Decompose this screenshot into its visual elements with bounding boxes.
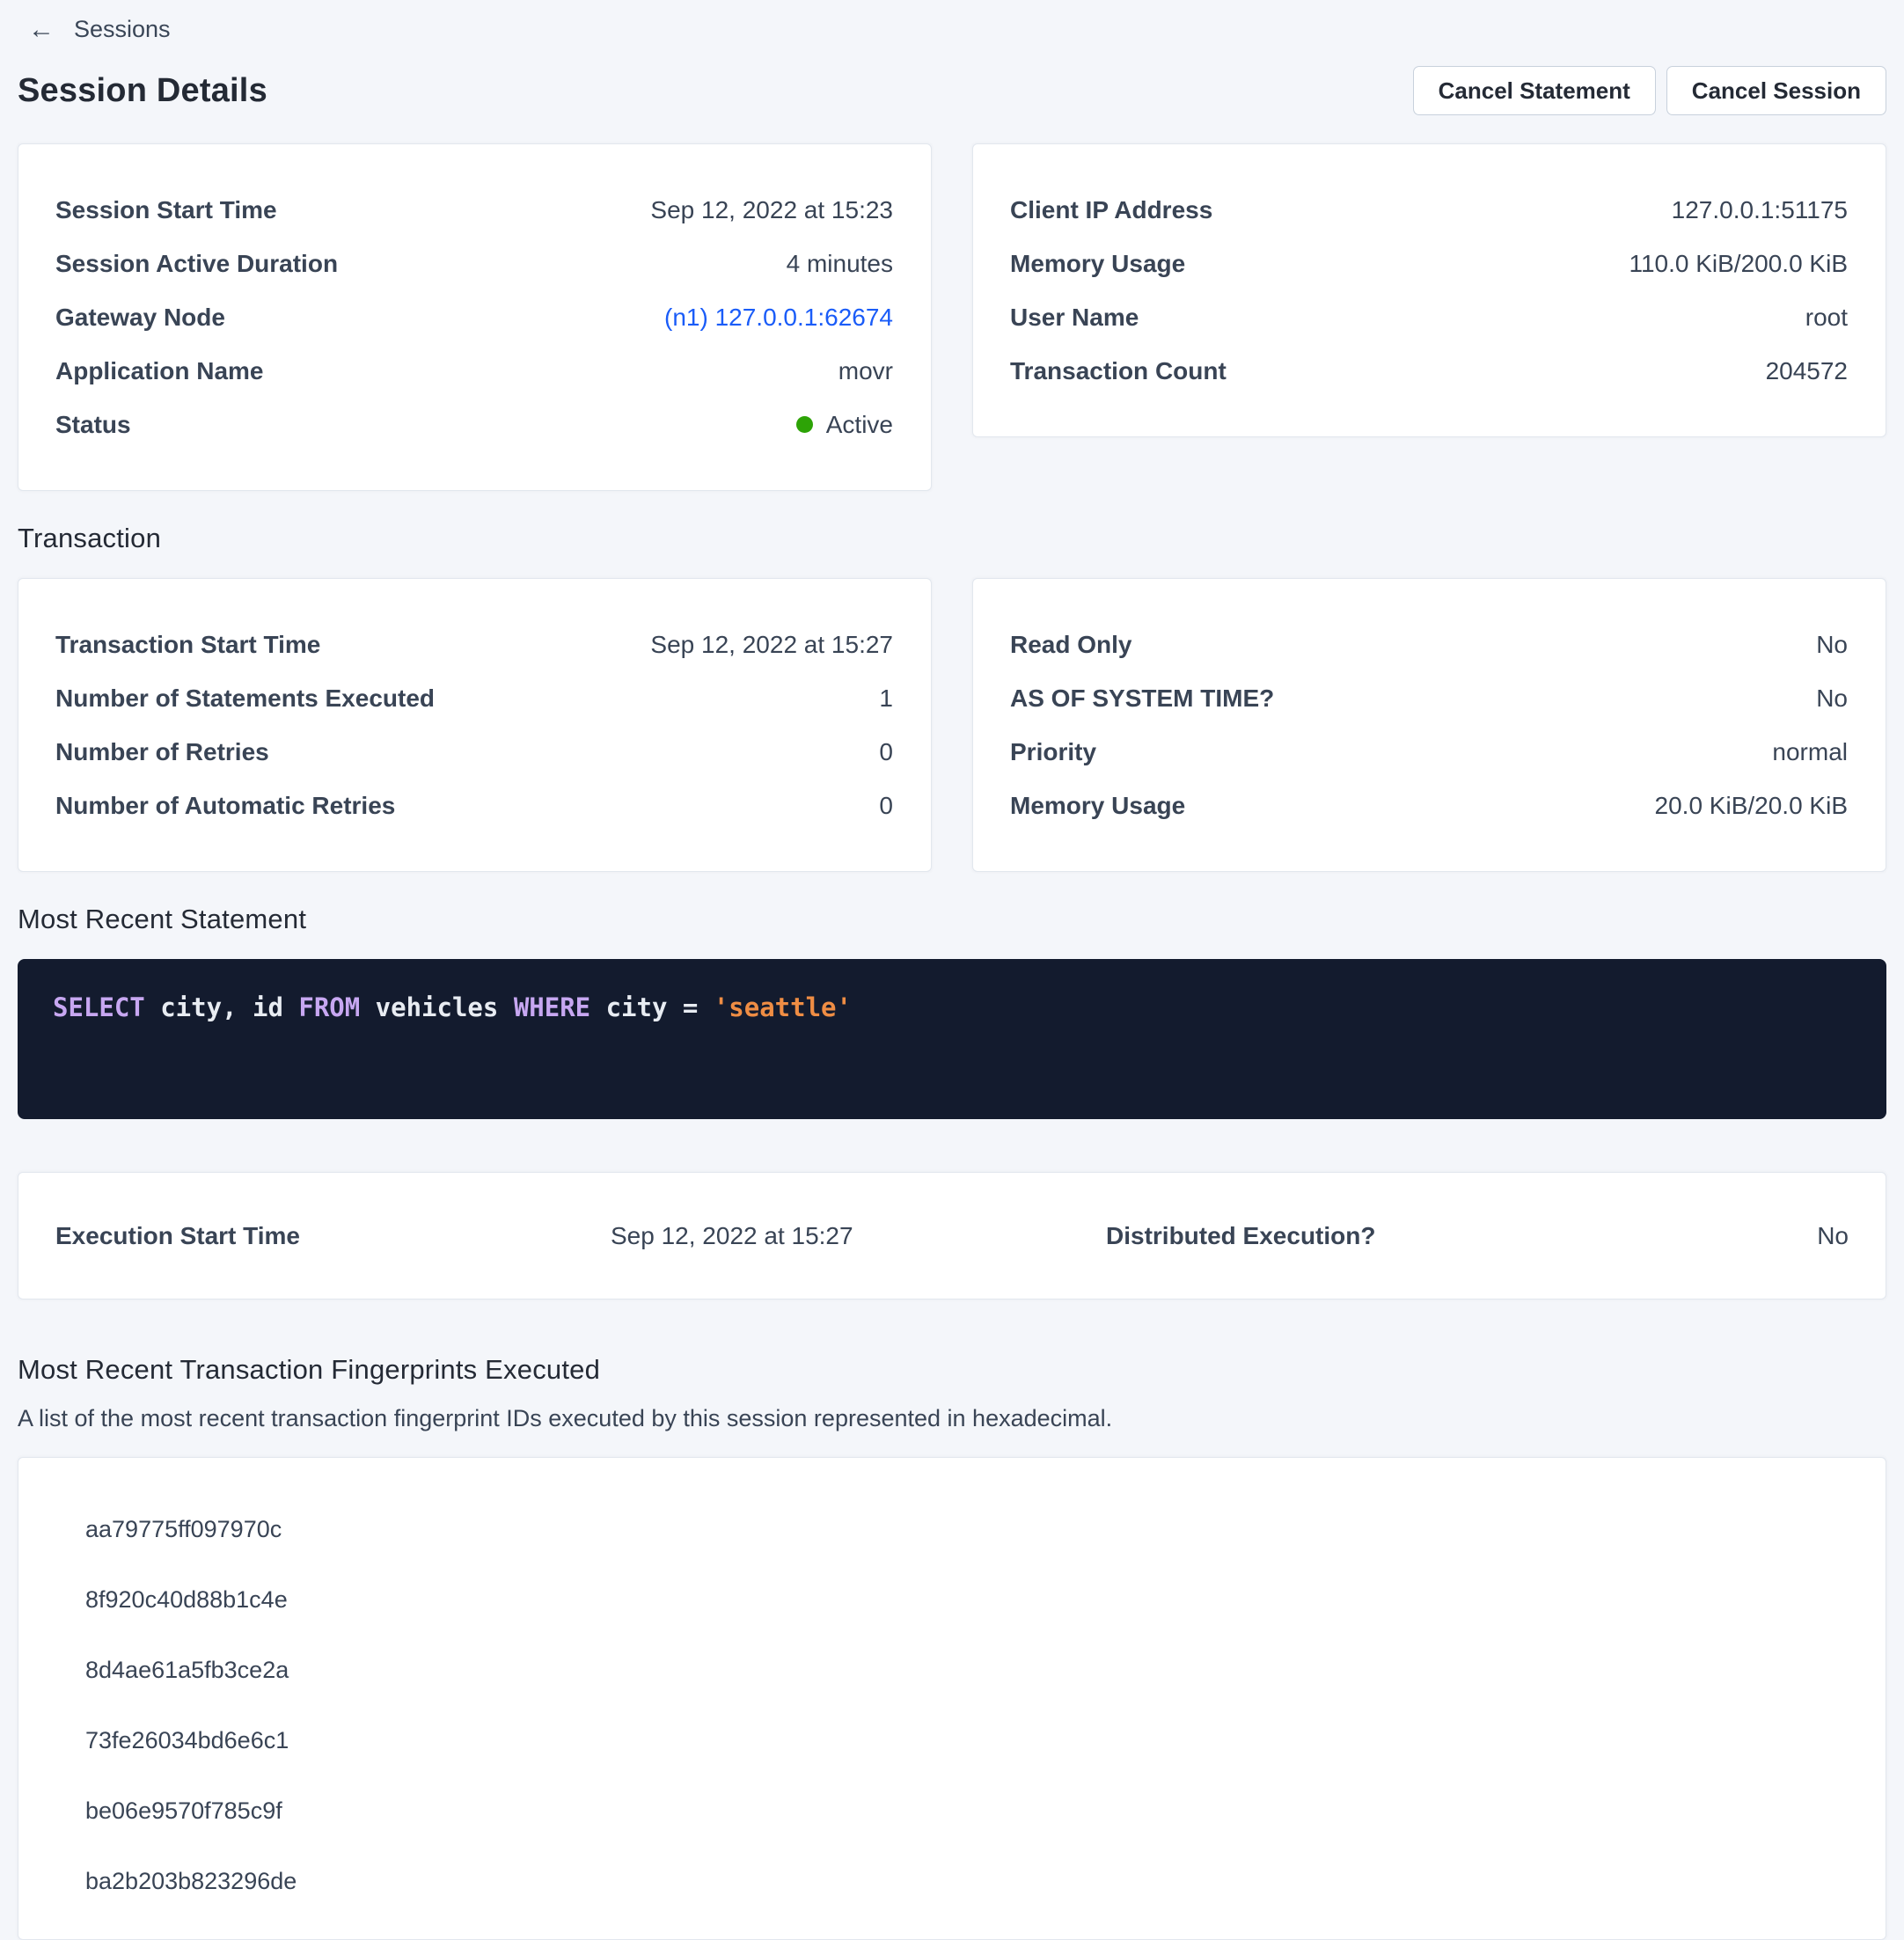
row-application-name: Application Name movr [55,344,893,398]
row-transaction-count: Transaction Count 204572 [1010,344,1848,398]
sql-statement: SELECT city, id FROM vehicles WHERE city… [53,992,1851,1023]
sql-token-keyword: SELECT [53,992,145,1022]
row-value: 204572 [1766,356,1848,385]
row-value: root [1805,303,1848,332]
sql-token-string: 'seattle' [714,992,852,1022]
page-title: Session Details [18,72,267,110]
back-row: ← Sessions [18,11,1886,43]
row-value: 0 [879,791,893,820]
execution-start-time-value: Sep 12, 2022 at 15:27 [611,1221,1106,1250]
row-label: Status [55,410,131,439]
gateway-node-link[interactable]: (n1) 127.0.0.1:62674 [664,303,893,332]
row-client-ip-address: Client IP Address 127.0.0.1:51175 [1010,183,1848,237]
fingerprint-item: be06e9570f785c9f [18,1775,1886,1846]
row-value: No [1816,684,1848,713]
fingerprint-item: 73fe26034bd6e6c1 [18,1705,1886,1775]
row-session-start-time: Session Start Time Sep 12, 2022 at 15:23 [55,183,893,237]
row-value: 127.0.0.1:51175 [1672,195,1848,224]
row-label: Session Active Duration [55,249,338,278]
row-session-active-duration: Session Active Duration 4 minutes [55,237,893,290]
row-label: Application Name [55,356,263,385]
session-info-card-left: Session Start Time Sep 12, 2022 at 15:23… [18,143,932,491]
sql-token-keyword: WHERE [514,992,590,1022]
row-label: Priority [1010,737,1096,766]
row-value: No [1816,630,1848,659]
row-label: Transaction Count [1010,356,1227,385]
row-value: Sep 12, 2022 at 15:27 [650,630,893,659]
row-label: Memory Usage [1010,249,1185,278]
transaction-card-left: Transaction Start Time Sep 12, 2022 at 1… [18,578,932,872]
status-badge: Active [796,410,893,439]
row-label: Memory Usage [1010,791,1185,820]
fingerprint-item: 8d4ae61a5fb3ce2a [18,1635,1886,1705]
row-label: Transaction Start Time [55,630,320,659]
row-value: 20.0 KiB/20.0 KiB [1655,791,1848,820]
transaction-section-heading: Transaction [18,523,1886,554]
row-number-of-retries: Number of Retries 0 [55,725,893,779]
row-user-name: User Name root [1010,290,1848,344]
row-label: User Name [1010,303,1139,332]
sql-statement-box: SELECT city, id FROM vehicles WHERE city… [18,959,1886,1119]
row-value: 110.0 KiB/200.0 KiB [1629,249,1848,278]
row-read-only: Read Only No [1010,618,1848,671]
row-label: Session Start Time [55,195,277,224]
fingerprint-item: ba2b203b823296de [18,1846,1886,1916]
header-buttons: Cancel Statement Cancel Session [1413,66,1886,115]
session-info-card-right: Client IP Address 127.0.0.1:51175 Memory… [972,143,1886,437]
cancel-statement-button[interactable]: Cancel Statement [1413,66,1656,115]
row-transaction-start-time: Transaction Start Time Sep 12, 2022 at 1… [55,618,893,671]
row-status: Status Active [55,398,893,451]
row-value: 1 [879,684,893,713]
distributed-execution-value: No [1817,1221,1849,1250]
row-as-of-system-time: AS OF SYSTEM TIME? No [1010,671,1848,725]
row-label: Number of Retries [55,737,269,766]
distributed-execution-label: Distributed Execution? [1106,1221,1817,1250]
row-label: AS OF SYSTEM TIME? [1010,684,1274,713]
execution-start-time-label: Execution Start Time [55,1221,611,1250]
row-priority: Priority normal [1010,725,1848,779]
row-memory-usage: Memory Usage 110.0 KiB/200.0 KiB [1010,237,1848,290]
row-transaction-memory-usage: Memory Usage 20.0 KiB/20.0 KiB [1010,779,1848,832]
sql-token-plain: city = [590,992,714,1022]
transaction-card-right: Read Only No AS OF SYSTEM TIME? No Prior… [972,578,1886,872]
row-automatic-retries: Number of Automatic Retries 0 [55,779,893,832]
session-details-page: ← Sessions Session Details Cancel Statem… [0,0,1904,1940]
execution-info-card: Execution Start Time Sep 12, 2022 at 15:… [18,1172,1886,1299]
fingerprints-section-heading: Most Recent Transaction Fingerprints Exe… [18,1354,1886,1386]
row-label: Number of Automatic Retries [55,791,395,820]
row-gateway-node: Gateway Node (n1) 127.0.0.1:62674 [55,290,893,344]
session-cards-row: Session Start Time Sep 12, 2022 at 15:23… [18,143,1886,491]
page-header: Session Details Cancel Statement Cancel … [18,66,1886,115]
transaction-cards-row: Transaction Start Time Sep 12, 2022 at 1… [18,578,1886,872]
row-statements-executed: Number of Statements Executed 1 [55,671,893,725]
sql-token-plain: city, id [145,992,299,1022]
sql-token-keyword: FROM [298,992,360,1022]
row-label: Number of Statements Executed [55,684,435,713]
status-text: Active [826,410,893,439]
row-value: 0 [879,737,893,766]
row-value: movr [838,356,893,385]
fingerprint-item: 8f920c40d88b1c4e [18,1564,1886,1635]
row-value: 4 minutes [787,249,893,278]
fingerprints-card: aa79775ff097970c 8f920c40d88b1c4e 8d4ae6… [18,1457,1886,1940]
back-arrow-icon: ← [28,17,55,43]
cancel-session-button[interactable]: Cancel Session [1666,66,1886,115]
back-link-label: Sessions [74,16,171,43]
back-to-sessions-link[interactable]: ← Sessions [28,16,171,43]
row-value: Sep 12, 2022 at 15:23 [650,195,893,224]
fingerprint-item: aa79775ff097970c [18,1494,1886,1564]
row-label: Gateway Node [55,303,225,332]
sql-token-plain: vehicles [360,992,514,1022]
status-active-dot-icon [796,416,813,433]
row-label: Read Only [1010,630,1131,659]
fingerprints-section-subtitle: A list of the most recent transaction fi… [18,1405,1886,1432]
row-value: normal [1772,737,1848,766]
row-label: Client IP Address [1010,195,1212,224]
statement-section-heading: Most Recent Statement [18,904,1886,935]
